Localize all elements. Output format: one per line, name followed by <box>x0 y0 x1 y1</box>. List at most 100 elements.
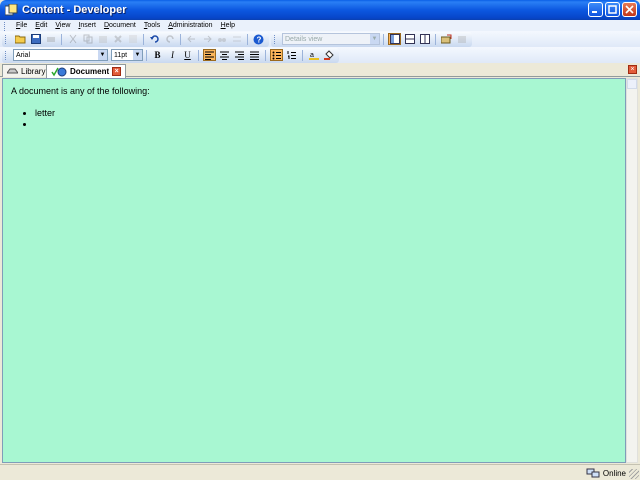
align-center-icon <box>219 51 229 60</box>
connection-status-label: Online <box>602 468 626 478</box>
svg-text:?: ? <box>257 35 262 44</box>
maximize-icon <box>608 5 617 14</box>
standard-toolbar: ? <box>2 31 269 47</box>
list-item <box>35 119 617 130</box>
bullet-list: letter <box>11 108 617 130</box>
bullet-list-icon <box>272 51 281 59</box>
tab-document[interactable]: Document × <box>46 64 127 78</box>
back-button[interactable] <box>185 33 198 45</box>
save-button[interactable] <box>29 33 42 45</box>
scroll-up-button[interactable] <box>627 79 637 89</box>
underline-button[interactable]: U <box>181 49 194 61</box>
title-bar: Content - Developer <box>0 0 640 20</box>
cut-icon <box>69 34 76 44</box>
justify-icon <box>249 51 259 60</box>
list-item: letter <box>35 108 617 119</box>
delete-button[interactable] <box>111 33 124 45</box>
help-button[interactable]: ? <box>252 33 265 45</box>
font-select-value: Arial <box>16 51 31 59</box>
format-toolbar-row: Arial ▼ 11pt ▼ B I U a <box>0 47 640 63</box>
app-icon <box>4 3 18 17</box>
highlight-button[interactable] <box>322 49 335 61</box>
bold-button[interactable]: B <box>151 49 164 61</box>
toolbar-separator <box>198 49 199 61</box>
text-color-icon: a <box>308 52 319 60</box>
align-left-button[interactable] <box>203 49 216 61</box>
document-editor[interactable]: A document is any of the following: lett… <box>2 78 626 463</box>
view-select-value: Details view <box>285 35 323 43</box>
tab-library-label: Library <box>21 66 46 76</box>
resize-grip[interactable] <box>629 469 639 479</box>
text-color-button[interactable]: a <box>307 49 320 61</box>
toolbar-separator <box>146 49 147 61</box>
view-select[interactable]: Details view ▼ <box>282 33 380 45</box>
font-size-select[interactable]: 11pt ▼ <box>111 49 143 61</box>
redo-button[interactable] <box>163 33 176 45</box>
toolbar-separator <box>383 33 384 45</box>
library-icon <box>7 68 18 74</box>
forward-button[interactable] <box>200 33 213 45</box>
properties-button[interactable] <box>126 33 139 45</box>
document-check-icon <box>51 67 67 76</box>
back-arrow-icon <box>186 35 195 43</box>
properties-icon <box>128 35 137 43</box>
view-toolbar: Details view ▼ <box>271 31 472 47</box>
replace-button[interactable] <box>230 33 243 45</box>
print-preview-button[interactable] <box>455 33 468 45</box>
help-icon: ? <box>253 34 264 44</box>
font-select[interactable]: Arial ▼ <box>13 49 108 61</box>
minimize-button[interactable] <box>588 2 603 17</box>
redo-icon <box>165 35 174 43</box>
maximize-button[interactable] <box>605 2 620 17</box>
toolbar-grip <box>274 34 277 44</box>
vertical-scrollbar[interactable] <box>626 78 638 463</box>
toolbar-separator <box>143 33 144 45</box>
italic-button[interactable]: I <box>166 49 179 61</box>
toolbar-separator <box>180 33 181 45</box>
tab-strip: Library Document × <box>0 63 640 78</box>
font-size-value: 11pt <box>114 51 128 59</box>
close-button[interactable] <box>622 2 637 17</box>
forward-arrow-icon <box>203 35 212 43</box>
align-right-icon <box>234 51 244 60</box>
toolbar-separator <box>61 33 62 45</box>
binoculars-icon <box>217 38 226 42</box>
undo-icon <box>149 35 159 43</box>
connection-status: Online <box>586 468 626 478</box>
tab-library[interactable]: Library <box>2 64 51 77</box>
folder-open-icon <box>15 35 26 44</box>
close-icon <box>625 5 634 14</box>
tab-document-label: Document <box>70 67 110 76</box>
numbered-list-button[interactable] <box>285 49 298 61</box>
horizontal-split-icon <box>404 34 415 44</box>
chevron-down-icon: ▼ <box>370 34 379 44</box>
align-center-button[interactable] <box>218 49 231 61</box>
paint-bucket-icon <box>323 50 334 60</box>
toolbar-separator <box>265 49 266 61</box>
copy-icon <box>83 34 92 44</box>
delete-icon <box>113 35 122 43</box>
undo-button[interactable] <box>148 33 161 45</box>
open-button[interactable] <box>14 33 27 45</box>
copy-button[interactable] <box>81 33 94 45</box>
align-left-icon <box>204 51 214 60</box>
toolbar-separator <box>247 33 248 45</box>
export-button[interactable] <box>440 33 453 45</box>
vertical-split-icon <box>419 34 430 44</box>
print-button[interactable] <box>44 33 57 45</box>
toolbar-separator <box>302 49 303 61</box>
cut-button[interactable] <box>66 33 79 45</box>
menu-grip <box>4 21 7 31</box>
pane-close-icon[interactable]: × <box>628 65 637 74</box>
layout-vertical-button[interactable] <box>418 33 431 45</box>
paste-button[interactable] <box>96 33 109 45</box>
bullet-list-button[interactable] <box>270 49 283 61</box>
layout-horizontal-button[interactable] <box>403 33 416 45</box>
align-right-button[interactable] <box>233 49 246 61</box>
justify-button[interactable] <box>248 49 261 61</box>
tab-close-icon[interactable]: × <box>112 67 122 76</box>
layout-single-button[interactable] <box>388 33 401 45</box>
minimize-icon <box>592 11 597 13</box>
find-button[interactable] <box>215 33 228 45</box>
toolbar-grip <box>5 34 8 44</box>
